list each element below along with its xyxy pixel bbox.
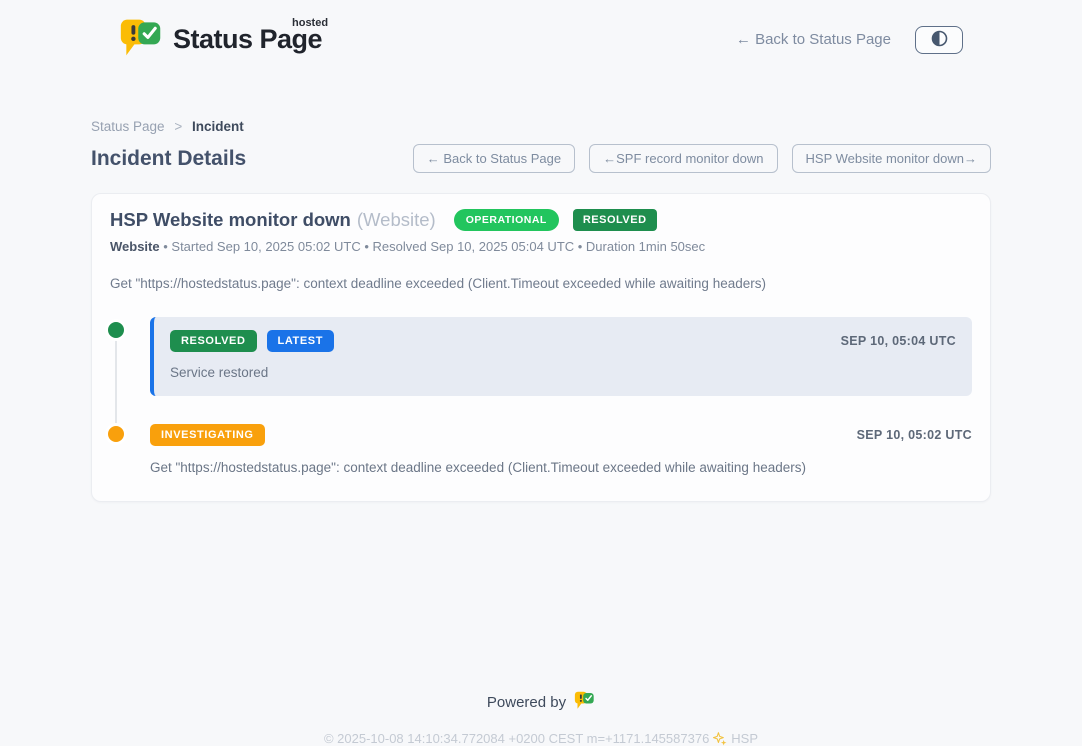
breadcrumb-status-page[interactable]: Status Page: [91, 119, 165, 134]
header-back-to-status-page-link[interactable]: ← Back to Status Page: [736, 31, 891, 48]
operational-status-badge: OPERATIONAL: [454, 209, 559, 231]
timeline-timestamp: SEP 10, 05:04 UTC: [841, 334, 956, 348]
timeline-dot-investigating: [108, 426, 124, 442]
half-circle-theme-icon: [931, 30, 948, 50]
sparkles-icon: [713, 732, 727, 746]
breadcrumb-separator: >: [174, 119, 182, 134]
status-page-mini-logo-icon[interactable]: [574, 690, 595, 714]
timeline-entry-resolved: RESOLVED LATEST SEP 10, 05:04 UTC Servic…: [108, 317, 972, 396]
incident-meta: Website • Started Sep 10, 2025 05:02 UTC…: [110, 239, 972, 254]
timeline-badge-resolved: RESOLVED: [170, 330, 257, 352]
incident-meta-component: Website: [110, 239, 160, 254]
powered-by-label: Powered by: [487, 694, 566, 711]
incident-description: Get "https://hostedstatus.page": context…: [110, 276, 972, 291]
timeline-timestamp: SEP 10, 05:02 UTC: [857, 428, 972, 442]
timeline-entry-investigating: INVESTIGATING SEP 10, 05:02 UTC Get "htt…: [108, 424, 972, 475]
header: hosted Status Page ← Back to Status Page: [0, 0, 1082, 63]
timeline-dot-resolved: [108, 322, 124, 338]
incident-title: HSP Website monitor down: [110, 209, 351, 231]
page-title: Incident Details: [91, 147, 246, 171]
copyright-line: © 2025-10-08 14:10:34.772084 +0200 CEST …: [0, 731, 1082, 746]
timeline-badge-investigating: INVESTIGATING: [150, 424, 265, 446]
footer: Powered by © 2025-10-08 14:10:34.772084 …: [0, 690, 1082, 746]
incident-component-paren: (Website): [357, 209, 436, 231]
incident-meta-times: • Started Sep 10, 2025 05:02 UTC • Resol…: [163, 239, 705, 254]
copyright-suffix: HSP: [731, 731, 758, 746]
timeline-message: Service restored: [170, 365, 956, 380]
back-to-status-page-button[interactable]: ← Back to Status Page: [413, 144, 575, 173]
status-page-logo[interactable]: hosted Status Page: [119, 16, 326, 63]
resolved-status-badge: RESOLVED: [573, 209, 657, 231]
main-content: Status Page > Incident Incident Details …: [91, 119, 991, 502]
theme-toggle-button[interactable]: [915, 26, 963, 54]
breadcrumb: Status Page > Incident: [91, 119, 991, 134]
next-incident-button[interactable]: HSP Website monitor down→: [792, 144, 991, 173]
timeline-badge-latest: LATEST: [267, 330, 335, 352]
timeline-message: Get "https://hostedstatus.page": context…: [150, 460, 972, 475]
incident-nav-buttons: ← Back to Status Page ←SPF record monito…: [413, 144, 991, 173]
incident-timeline: RESOLVED LATEST SEP 10, 05:04 UTC Servic…: [108, 317, 972, 475]
prev-incident-button[interactable]: ←SPF record monitor down: [589, 144, 777, 173]
breadcrumb-incident: Incident: [192, 119, 244, 134]
logo-hosted-label: hosted: [292, 17, 328, 29]
status-page-logo-icon: [119, 16, 163, 63]
copyright-text: © 2025-10-08 14:10:34.772084 +0200 CEST …: [324, 731, 709, 746]
incident-card: HSP Website monitor down (Website) OPERA…: [91, 193, 991, 502]
